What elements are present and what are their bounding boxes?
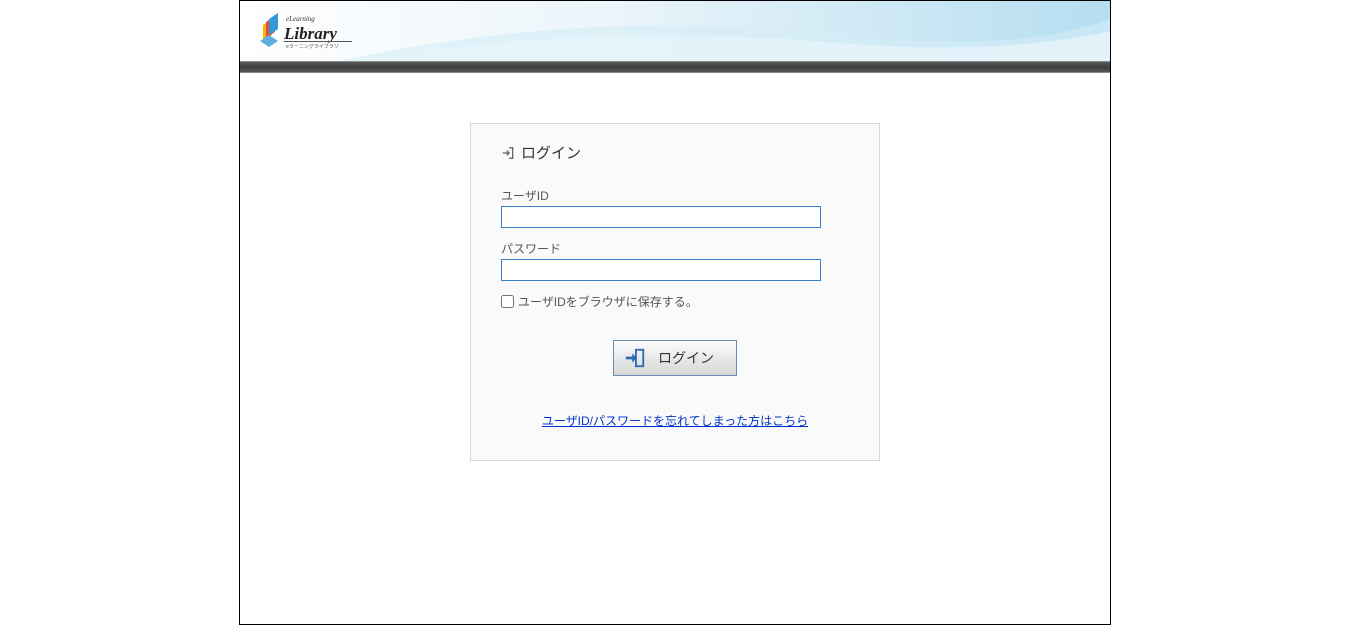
login-button-label: ログイン <box>658 348 714 368</box>
forgot-row: ユーザID/パスワードを忘れてしまった方はこちら <box>501 412 849 430</box>
brand-logo: eLearning Library eラーニングライブラリ <box>256 9 366 49</box>
header-divider <box>240 61 1110 73</box>
login-button[interactable]: ログイン <box>613 340 737 376</box>
remember-row: ユーザIDをブラウザに保存する。 <box>501 293 849 310</box>
app-window: eLearning Library eラーニングライブラリ ログイン <box>239 0 1111 625</box>
password-group: パスワード <box>501 240 849 281</box>
header: eLearning Library eラーニングライブラリ <box>240 1 1110 61</box>
panel-title-row: ログイン <box>501 142 849 163</box>
remember-label: ユーザIDをブラウザに保存する。 <box>518 293 698 310</box>
forgot-password-link[interactable]: ユーザID/パスワードを忘れてしまった方はこちら <box>542 414 808 428</box>
svg-text:eラーニングライブラリ: eラーニングライブラリ <box>286 43 339 50</box>
user-id-label: ユーザID <box>501 187 849 204</box>
login-icon <box>501 146 515 160</box>
button-row: ログイン <box>501 340 849 376</box>
header-background <box>240 1 1110 61</box>
main-content: ログイン ユーザID パスワード ユーザIDをブラウザに保存する。 <box>240 73 1110 461</box>
user-id-input[interactable] <box>501 206 821 228</box>
remember-checkbox[interactable] <box>501 295 514 308</box>
password-input[interactable] <box>501 259 821 281</box>
login-panel: ログイン ユーザID パスワード ユーザIDをブラウザに保存する。 <box>470 123 880 461</box>
svg-text:Library: Library <box>283 24 337 43</box>
login-title: ログイン <box>521 142 581 163</box>
svg-text:eLearning: eLearning <box>286 15 315 23</box>
password-label: パスワード <box>501 240 849 257</box>
login-arrow-icon <box>624 347 646 369</box>
user-id-group: ユーザID <box>501 187 849 228</box>
